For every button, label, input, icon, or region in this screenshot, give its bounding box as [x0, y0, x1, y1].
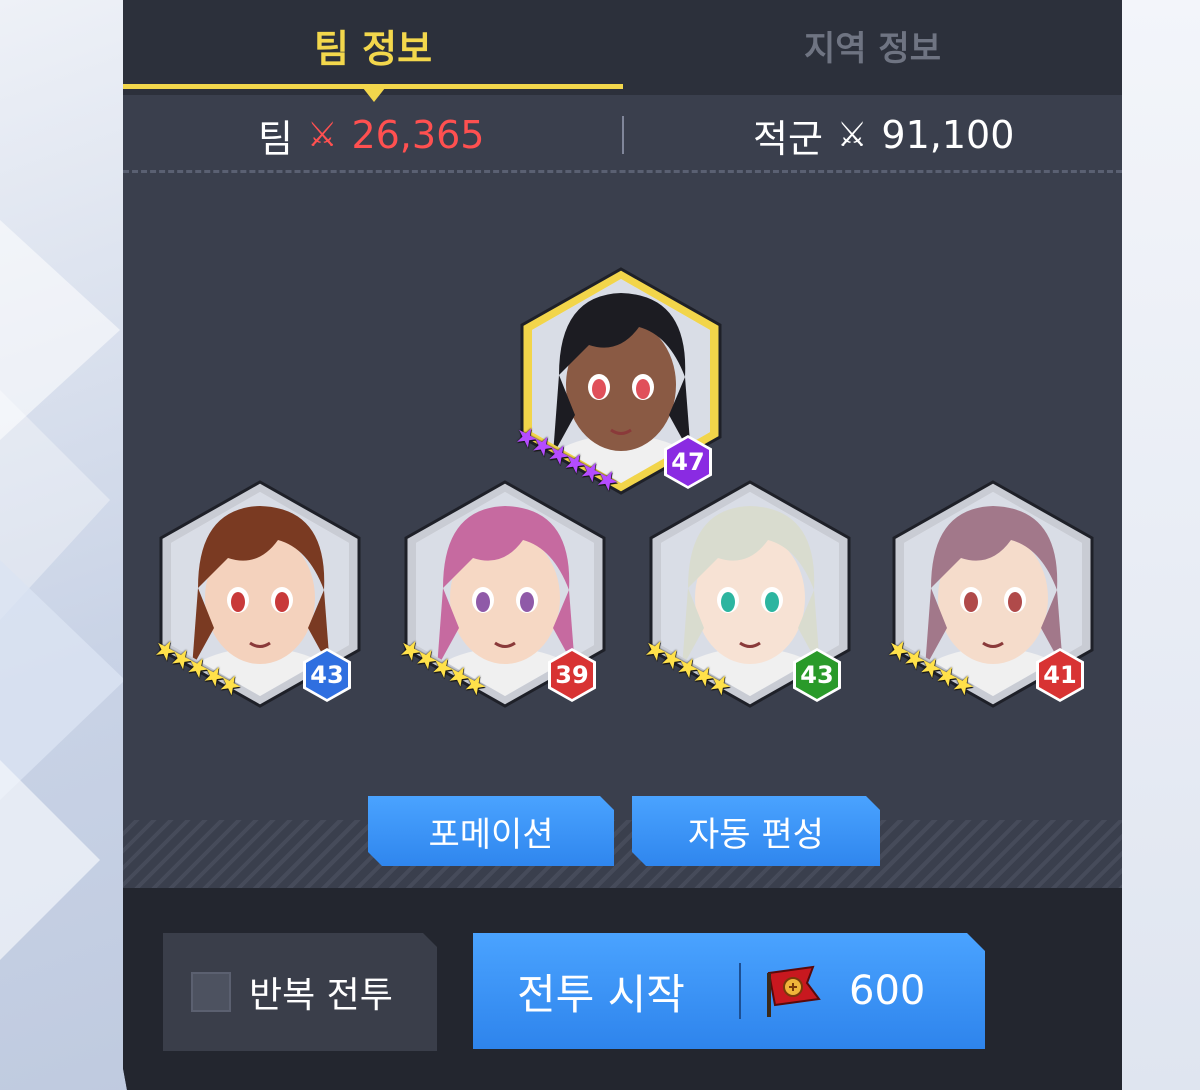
- tab-team-info[interactable]: 팀 정보: [123, 0, 623, 90]
- enemy-power-label: 적군: [753, 116, 823, 161]
- button-band: [123, 820, 1122, 888]
- start-battle-button[interactable]: 전투 시작 600: [473, 933, 985, 1049]
- hero-slot[interactable]: ★★★★★ 41: [881, 478, 1096, 710]
- hero-level: 43: [800, 661, 834, 689]
- enemy-power: 적군 ⚔ 91,100: [753, 100, 1014, 170]
- repeat-battle-label: 반복 전투: [249, 975, 393, 1016]
- enemy-power-value: 91,100: [881, 113, 1015, 157]
- battle-cost-value: 600: [849, 968, 926, 1014]
- hero-slot[interactable]: ★★★★★ 39: [393, 478, 608, 710]
- formation-button[interactable]: 포메이션: [368, 796, 614, 866]
- hero-level: 47: [671, 448, 705, 476]
- right-background-strip: [1122, 0, 1200, 1090]
- team-power: 팀 ⚔ 26,365: [258, 100, 484, 170]
- repeat-battle-checkbox[interactable]: [191, 972, 231, 1012]
- background-decoration: [0, 220, 125, 960]
- leader-hero-slot[interactable]: ★★★★★★ 47: [509, 265, 724, 497]
- tab-region-info[interactable]: 지역 정보: [623, 0, 1122, 90]
- flag-emblem-icon: [763, 961, 823, 1021]
- crossed-swords-icon: ⚔: [306, 115, 338, 155]
- bottom-action-area: 반복 전투 전투 시작 600: [123, 888, 1122, 1090]
- hero-level: 41: [1043, 661, 1077, 689]
- hero-level: 43: [310, 661, 344, 689]
- hero-slot[interactable]: ★★★★★ 43: [638, 478, 853, 710]
- repeat-battle-toggle[interactable]: 반복 전투: [163, 933, 437, 1051]
- start-battle-label: 전투 시작: [517, 969, 685, 1019]
- crossed-swords-icon: ⚔: [836, 115, 868, 155]
- team-power-label: 팀: [258, 116, 293, 161]
- start-button-divider: [739, 963, 741, 1019]
- auto-formation-button[interactable]: 자동 편성: [632, 796, 880, 866]
- hero-slot[interactable]: ★★★★★ 43: [148, 478, 363, 710]
- team-panel: 팀 정보 지역 정보 팀 ⚔ 26,365 적군 ⚔ 91,100 ★★★★★★…: [123, 0, 1122, 1090]
- hero-level: 39: [555, 661, 589, 689]
- team-power-value: 26,365: [351, 113, 485, 157]
- power-divider: [622, 116, 624, 154]
- dashed-divider: [123, 170, 1122, 173]
- tab-bar: 팀 정보 지역 정보: [123, 0, 1122, 102]
